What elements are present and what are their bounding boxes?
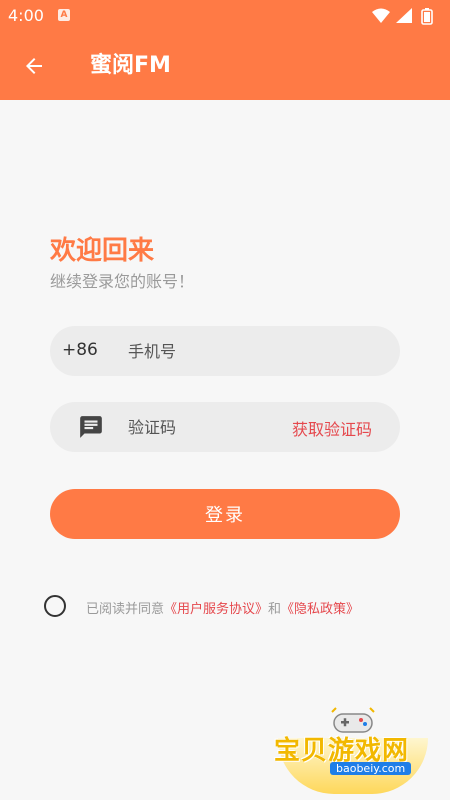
welcome-subtitle: 继续登录您的账号！ <box>50 272 195 291</box>
terms-link[interactable]: 《用户服务协议》 <box>164 602 268 617</box>
welcome-title: 欢迎回来 <box>50 236 155 266</box>
verification-code-field[interactable]: 获取验证码 <box>50 402 400 452</box>
back-button[interactable] <box>18 50 50 82</box>
app-title: 蜜阅FM <box>90 53 171 78</box>
watermark-logo: 宝贝游戏网 baobeiy.com <box>270 700 440 795</box>
phone-field[interactable]: +86 <box>50 326 400 376</box>
status-time: 4:00 <box>8 6 44 25</box>
battery-icon <box>421 8 433 25</box>
signal-icon <box>396 8 412 23</box>
status-icons <box>372 8 433 25</box>
watermark-domain: baobeiy.com <box>330 762 412 775</box>
login-button[interactable]: 登录 <box>50 489 400 539</box>
login-screen: 4:00 A 蜜阅FM 欢迎回来 继续登录您的账号！ +86 手机号 验证码 获… <box>0 0 450 800</box>
arrow-left-icon <box>26 58 42 74</box>
get-code-button[interactable]: 获取验证码 <box>292 416 372 440</box>
notification-a-icon: A <box>58 9 70 21</box>
privacy-link[interactable]: 《隐私政策》 <box>281 602 359 617</box>
login-button-label: 登录 <box>205 505 245 526</box>
agreement-conjunction: 和 <box>268 602 282 617</box>
wifi-icon <box>372 8 390 23</box>
message-icon <box>80 416 102 438</box>
agreement-text: 已阅读并同意《用户服务协议》和《隐私政策》 <box>86 598 359 617</box>
verification-code-input[interactable] <box>128 412 278 442</box>
app-bar: 蜜阅FM <box>0 32 450 100</box>
status-bar: 4:00 A <box>0 0 450 32</box>
agreement-checkbox[interactable] <box>44 595 66 617</box>
agreement-prefix: 已阅读并同意 <box>86 602 165 617</box>
country-code[interactable]: +86 <box>62 340 98 360</box>
phone-input[interactable] <box>128 336 378 366</box>
